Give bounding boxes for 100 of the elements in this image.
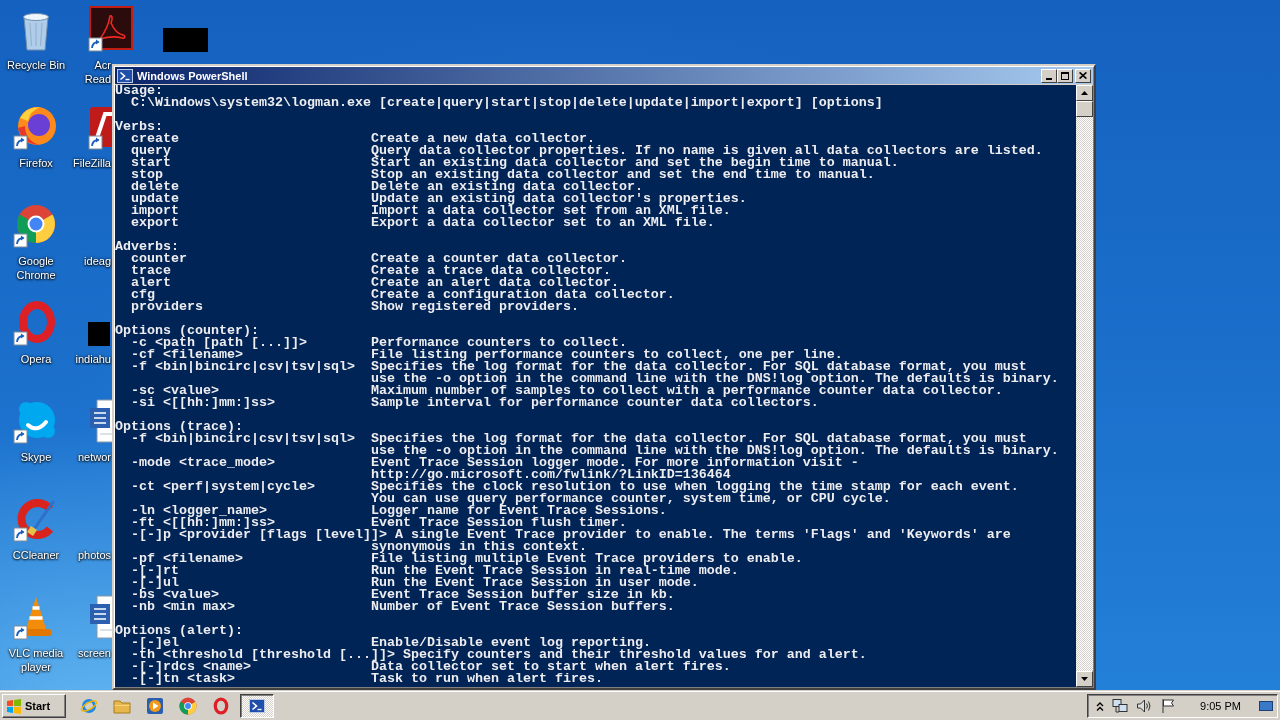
term-description: Show registered providers. [370,301,579,313]
term-description: Enable/Disable event log reporting. [370,637,651,649]
term-description: Sample interval for performance counter data collectors. [370,397,819,409]
section-heading: Options (alert): [115,625,243,637]
scroll-up-button[interactable] [1076,85,1093,101]
opera-icon[interactable] [212,697,230,715]
shortcut-label: photos [77,549,111,561]
scroll-thumb[interactable] [1076,101,1093,117]
command-term: -si <[[hh:]mm:]ss> [131,397,275,409]
network-icon[interactable] [1112,698,1129,714]
clock[interactable]: 9:05 PM [1200,700,1241,712]
section-heading: Verbs: [115,121,163,133]
windows-logo-icon [6,698,22,714]
minimize-button[interactable] [1041,68,1057,83]
command-term: -bs <value> [131,589,219,601]
term-description: Task to run when alert fires. [370,673,603,685]
command-term: update [131,193,179,205]
minimize-icon [1046,77,1052,80]
command-term: alert [131,277,171,289]
scroll-down-button[interactable] [1076,671,1093,687]
command-term: delete [131,181,179,193]
command-term: -[-]tn <task> [131,673,235,685]
term-description: Event Trace Session logger mode. For more information visit - [370,457,859,469]
command-term: -pf <filename> [131,553,243,565]
shortcut-label: screen [77,647,111,659]
command-term: -sc <value> [131,385,219,397]
command-term: -[-]rdcs <name> [131,661,251,673]
command-term: import [131,205,179,217]
caret-down-icon [1081,677,1088,681]
scrollbar[interactable] [1076,85,1093,687]
command-term: trace [131,265,171,277]
term-description: Specify counters and their threshold values for and alert. [402,649,867,661]
command-term: -f <bin|bincirc|csv|tsv|sql> [131,361,355,373]
volume-icon[interactable] [1136,698,1153,714]
term-description: Event Trace Session flush timer. [370,517,627,529]
term-description: use the -o option in the command line with the DNS!log option. The defaults is binary. [370,445,1059,457]
window-title: Windows PowerShell [137,69,248,82]
command-term: export [131,217,179,229]
command-term: providers [131,301,203,313]
command-term: -[-]rt [131,565,179,577]
section-heading: Adverbs: [115,241,179,253]
usage-command: C:\Windows\system32\logman.exe [create|query|start|stop|delete|update|import|export] [options] [131,97,883,109]
shortcut-label: FileZilla [73,157,111,169]
chrome-icon[interactable] [179,697,197,715]
shortcut-label: Opera [20,353,52,365]
term-description: Create a counter data collector. [370,253,627,265]
flag-icon[interactable] [1160,698,1177,714]
show-desktop-icon[interactable] [1259,699,1273,713]
command-term: -mode <trace_mode> [131,457,275,469]
term-description: Run the Event Trace Session in real-time mode. [370,565,739,577]
term-description: Create a new data collector. [370,133,595,145]
term-description: Run the Event Trace Session in user mode. [370,577,699,589]
term-description: Specifies the log format for the data collector. For SQL database format, you must [370,433,1027,445]
start-button[interactable]: Start [2,694,66,718]
term-description: Event Trace Session buffer size in kb. [370,589,675,601]
term-description: A single Event Trace provider to enable. The terms 'Flags' and 'Keywords' are [394,529,1011,541]
maximize-icon [1061,71,1069,80]
powershell-icon [249,698,265,714]
term-description: Create an alert data collector. [370,277,619,289]
term-description: http://go.microsoft.com/fwlink/?LinkID=136464 [370,469,731,481]
command-term: -f <bin|bincirc|csv|tsv|sql> [131,433,355,445]
caret-up-icon [1081,91,1088,95]
acrobat-icon[interactable] [88,6,134,52]
shortcut-label: Firefox [19,157,53,169]
command-term: -ft <[[hh:]mm:]ss> [131,517,275,529]
term-description: Query data collector properties. If no name is given all data collectors are listed. [370,145,1043,157]
taskbar-button[interactable] [240,694,274,718]
term-description: Specifies the clock resolution to use when logging the time stamp for each event. [370,481,1019,493]
term-description: Specifies the log format for the data collector. For SQL database format, you must [370,361,1027,373]
term-description: Export a data collector set to an XML file. [370,217,715,229]
term-description: Start an existing data collector and set the begin time to manual. [370,157,899,169]
shortcut-label: networ [77,451,111,463]
filezilla-icon[interactable] [88,104,112,150]
close-button[interactable] [1075,68,1091,83]
shortcut-label: Recycle Bin [6,59,66,71]
shortcut-label: indiahu [75,353,111,365]
shortcut-label: CCleaner [12,549,60,561]
command-term: start [131,157,171,169]
firefox-icon[interactable] [13,104,59,150]
command-term: -nb <min max> [131,601,235,613]
term-description: Create a trace data collector. [370,265,611,277]
chevron-up-icon[interactable] [1096,700,1105,712]
command-term: -[-]p <provider [flags [level]]> [131,529,387,541]
term-description: Import a data collector set from an XML file. [370,205,731,217]
term-description: You can use query performance counter, system time, or CPU cycle. [370,493,891,505]
term-description: Stop an existing data collector and set the end time to manual. [370,169,875,181]
command-term: -th <threshold [threshold [...]]> [131,649,395,661]
command-term: counter [131,253,187,265]
media-player-icon[interactable] [146,697,164,715]
shortcut-label: ideag [84,255,111,267]
command-term: cfg [131,289,155,301]
section-heading: Options (trace): [115,421,243,433]
term-description: Number of Event Trace Session buffers. [370,601,675,613]
command-term: -ct <perf|system|cycle> [131,481,315,493]
term-description: Create a configuration data collector. [370,289,675,301]
shortcut-label: Acr Read [84,59,111,85]
term-description: File listing multiple Event Trace providers to enable. [370,553,803,565]
shortcut-label: VLC media player [8,647,64,673]
term-description: Delete an existing data collector. [370,181,643,193]
maximize-button[interactable] [1057,68,1073,83]
